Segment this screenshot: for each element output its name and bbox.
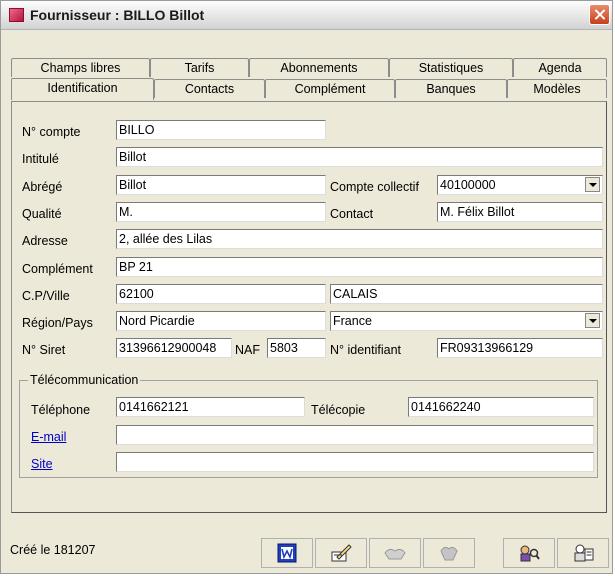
adresse-field[interactable]: 2, allée des Lilas xyxy=(116,229,603,249)
site-field[interactable] xyxy=(116,452,594,472)
disabled-handshake-icon xyxy=(384,548,406,560)
search-people-button[interactable] xyxy=(503,538,555,568)
person-reading-button[interactable] xyxy=(557,538,609,568)
email-link[interactable]: E-mail xyxy=(31,430,66,444)
pays-value: France xyxy=(333,314,372,328)
abrege-label: Abrégé xyxy=(22,180,63,194)
disabled-hands-icon xyxy=(440,546,458,561)
handshake-button[interactable] xyxy=(369,538,421,568)
abrege-field[interactable]: Billot xyxy=(116,175,326,195)
compte-collectif-select[interactable]: 40100000 xyxy=(437,175,603,195)
edit-pencil-icon xyxy=(331,544,352,562)
regionpays-label: Région/Pays xyxy=(22,316,93,330)
hands-button[interactable] xyxy=(423,538,475,568)
chevron-down-icon[interactable] xyxy=(585,177,600,192)
cp-field[interactable]: 62100 xyxy=(116,284,326,304)
ville-field[interactable]: CALAIS xyxy=(330,284,603,304)
word-button[interactable] xyxy=(261,538,313,568)
telephone-label: Téléphone xyxy=(31,403,91,417)
complement-label: Complément xyxy=(22,262,93,276)
created-date: Créé le 181207 xyxy=(10,543,96,557)
siret-field[interactable]: 31396612900048 xyxy=(116,338,232,358)
complement-field[interactable]: BP 21 xyxy=(116,257,603,277)
contact-field[interactable]: M. Félix Billot xyxy=(437,202,603,222)
qualite-field[interactable]: M. xyxy=(116,202,326,222)
intitule-field[interactable]: Billot xyxy=(116,147,603,167)
cpville-label: C.P/Ville xyxy=(22,289,70,303)
word-icon xyxy=(277,543,297,563)
region-field[interactable]: Nord Picardie xyxy=(116,311,326,331)
compte-label: N° compte xyxy=(22,125,81,139)
identifiant-field[interactable]: FR09313966129 xyxy=(437,338,603,358)
edit-button[interactable] xyxy=(315,538,367,568)
naf-label: NAF xyxy=(235,343,260,357)
naf-field[interactable]: 5803 xyxy=(267,338,326,358)
person-reading-icon xyxy=(574,544,594,562)
site-link[interactable]: Site xyxy=(31,457,53,471)
qualite-label: Qualité xyxy=(22,207,62,221)
pays-select[interactable]: France xyxy=(330,311,603,331)
telecopie-label: Télécopie xyxy=(311,403,366,417)
adresse-label: Adresse xyxy=(22,234,68,248)
telecopie-field[interactable]: 0141662240 xyxy=(408,397,594,417)
compte-collectif-value: 40100000 xyxy=(440,178,496,192)
identifiant-label: N° identifiant xyxy=(330,343,402,357)
compte-field[interactable]: BILLO xyxy=(116,120,326,140)
intitule-label: Intitulé xyxy=(22,152,59,166)
telephone-field[interactable]: 0141662121 xyxy=(116,397,305,417)
contact-label: Contact xyxy=(330,207,374,221)
email-field[interactable] xyxy=(116,425,594,445)
siret-label: N° Siret xyxy=(22,343,66,357)
compte-collectif-label: Compte collectif xyxy=(330,180,419,194)
search-people-icon xyxy=(520,545,540,562)
chevron-down-icon[interactable] xyxy=(585,313,600,328)
telecom-group-title: Télécommunication xyxy=(28,373,141,387)
